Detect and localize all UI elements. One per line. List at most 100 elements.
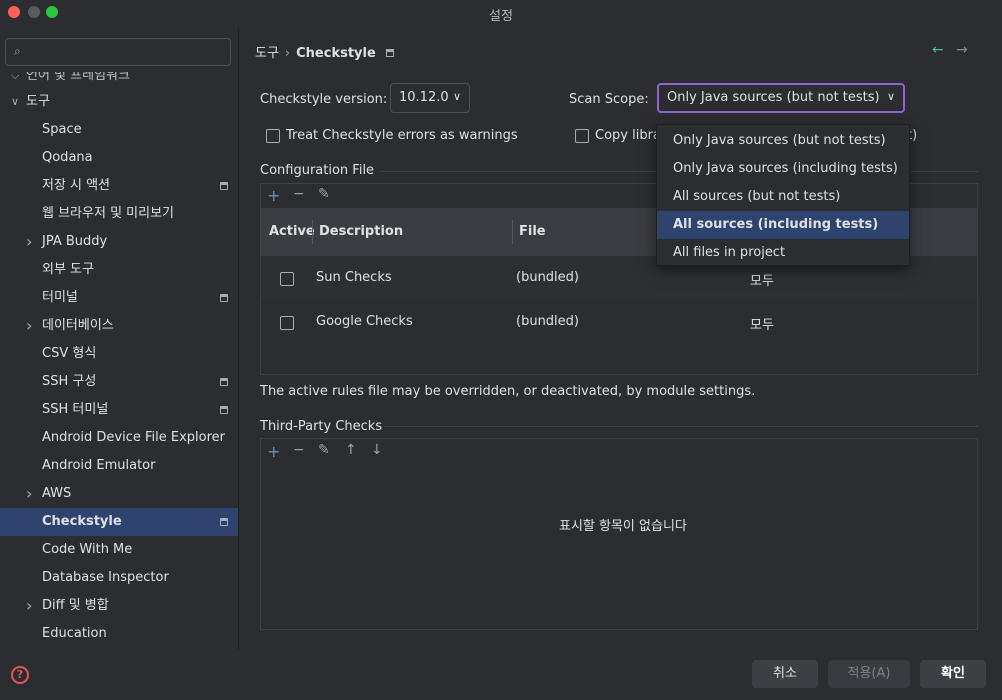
pin-icon [220,378,228,386]
sidebar-item-label: Android Emulator [42,458,156,473]
ok-button[interactable]: 확인 [920,660,986,688]
scan-scope-option[interactable]: Only Java sources (but not tests) [657,127,909,155]
sidebar-item-diff-및-병합[interactable]: › Diff 및 병합 [0,592,238,620]
third-party-checks-title: Third-Party Checks [260,419,383,434]
column-divider[interactable] [512,220,513,244]
sidebar-item-code-with-me[interactable]: Code With Me [0,536,238,564]
sidebar-item-qodana[interactable]: Qodana [0,144,238,172]
row-scope: 모두 [750,274,774,289]
breadcrumb-current: Checkstyle [296,46,376,61]
sidebar-item-aws[interactable]: › AWS [0,480,238,508]
add-icon[interactable]: + [267,442,280,461]
active-checkbox[interactable] [280,272,294,286]
edit-icon[interactable]: ✎ [318,442,330,458]
sidebar-item-label: Android Device File Explorer [42,430,225,445]
treat-errors-as-warnings-label: Treat Checkstyle errors as warnings [286,128,518,143]
sidebar-item-android-emulator[interactable]: Android Emulator [0,452,238,480]
sidebar-item-label: Database Inspector [42,570,169,585]
row-file: (bundled) [516,270,579,285]
module-override-info: The active rules file may be overridden,… [260,384,756,399]
sidebar-item-외부-도구[interactable]: 외부 도구 [0,256,238,284]
scan-scope-option[interactable]: All sources (but not tests) [657,183,909,211]
sidebar-item-label: SSH 구성 [42,374,97,389]
sidebar-item-android-device-file-explorer[interactable]: Android Device File Explorer [0,424,238,452]
sidebar-item-데이터베이스[interactable]: › 데이터베이스 [0,312,238,340]
cancel-button[interactable]: 취소 [752,660,818,688]
copy-libraries-label: Copy libra [595,128,661,143]
help-icon[interactable]: ? [11,666,29,684]
sidebar-item-label: Code With Me [42,542,133,557]
chevron-right-icon[interactable]: › [26,228,32,256]
chevron-right-icon[interactable]: › [26,592,32,620]
settings-search[interactable]: ⌕ [5,38,231,66]
sidebar-item-label: AWS [42,486,72,501]
treat-errors-as-warnings-checkbox[interactable] [266,129,280,143]
copy-libraries-checkbox[interactable] [575,129,589,143]
sidebar-item-languages-frameworks[interactable]: ⌵ 언어 및 프레임워크 [0,72,238,88]
window-title: 설정 [489,9,513,24]
edit-icon[interactable]: ✎ [318,186,330,202]
sidebar-item-label: 저장 시 액션 [42,178,111,193]
active-checkbox[interactable] [280,316,294,330]
sidebar-item-label: SSH 터미널 [42,402,109,417]
pin-icon [220,294,228,302]
breadcrumb-parent[interactable]: 도구 [255,46,279,61]
row-scope: 모두 [750,318,774,333]
sidebar-item-웹-브라우저-및-미리보기[interactable]: 웹 브라우저 및 미리보기 [0,200,238,228]
column-header-description[interactable]: Description [319,208,403,256]
row-description: Google Checks [316,314,413,329]
sidebar-item-label: Space [42,122,82,137]
column-header-file[interactable]: File [519,208,546,256]
move-down-icon[interactable]: ↓ [371,442,383,458]
scan-scope-label: Scan Scope: [569,92,649,107]
sidebar-item-csv-형식[interactable]: CSV 형식 [0,340,238,368]
sidebar-item-터미널[interactable]: 터미널 [0,284,238,312]
sidebar-item-label: Qodana [42,150,93,165]
column-header-active[interactable]: Active [269,208,315,256]
settings-sidebar: ⌕ ⌵ 언어 및 프레임워크 ∨ 도구 Space Qodana 저장 시 액션웹 … [0,28,239,650]
remove-icon[interactable]: − [293,442,305,458]
sidebar-item-ssh-구성[interactable]: SSH 구성 [0,368,238,396]
scan-scope-option[interactable]: All files in project [657,239,909,267]
checkstyle-version-select[interactable]: 10.12.0 ∨ [390,83,470,113]
sidebar-item-jpa-buddy[interactable]: › JPA Buddy [0,228,238,256]
row-description: Sun Checks [316,270,392,285]
scan-scope-option[interactable]: All sources (including tests) [657,211,909,239]
sidebar-item-database-inspector[interactable]: Database Inspector [0,564,238,592]
chevron-right-icon[interactable]: › [26,480,32,508]
sidebar-item-label: 데이터베이스 [42,318,114,333]
third-party-checks-panel: + − ✎ ↑ ↓ 표시할 항목이 없습니다 [260,438,978,630]
chevron-down-icon: ∨ [886,90,895,103]
sidebar-item-checkstyle[interactable]: Checkstyle [0,508,238,536]
row-file: (bundled) [516,314,579,329]
settings-tree: ⌵ 언어 및 프레임워크 ∨ 도구 Space Qodana 저장 시 액션웹 브라… [0,72,238,648]
pin-icon [220,406,228,414]
chevron-right-icon: › [284,46,291,61]
sidebar-item-ssh-터미널[interactable]: SSH 터미널 [0,396,238,424]
scan-scope-select[interactable]: Only Java sources (but not tests) ∨ [657,83,905,113]
remove-icon[interactable]: − [293,186,305,202]
add-icon[interactable]: + [267,186,280,205]
scan-scope-option[interactable]: Only Java sources (including tests) [657,155,909,183]
pin-icon [220,182,228,190]
empty-list-message: 표시할 항목이 없습니다 [559,519,687,534]
chevron-right-icon[interactable]: › [26,312,32,340]
scan-scope-dropdown: Only Java sources (but not tests) Only Ja… [656,124,910,266]
sidebar-section-tools[interactable]: ∨ 도구 [0,88,238,116]
sidebar-item-label: 터미널 [42,290,78,305]
sidebar-item-저장-시-액션[interactable]: 저장 시 액션 [0,172,238,200]
table-row[interactable]: Google Checks (bundled) 모두 [261,300,977,344]
section-divider [384,426,978,427]
chevron-down-icon: ∨ [452,90,461,103]
sidebar-item-education[interactable]: Education [0,620,238,648]
forward-arrow-icon[interactable]: → [956,42,968,58]
move-up-icon[interactable]: ↑ [345,442,357,458]
configuration-file-title: Configuration File [260,163,375,178]
sidebar-item-label: Education [42,626,107,641]
apply-button[interactable]: 적용(A) [828,660,910,688]
column-divider[interactable] [312,220,313,244]
back-arrow-icon[interactable]: ← [932,42,944,58]
sidebar-item-space[interactable]: Space [0,116,238,144]
search-input[interactable] [32,42,222,62]
dialog-footer: ? 취소 적용(A) 확인 [0,650,1002,700]
